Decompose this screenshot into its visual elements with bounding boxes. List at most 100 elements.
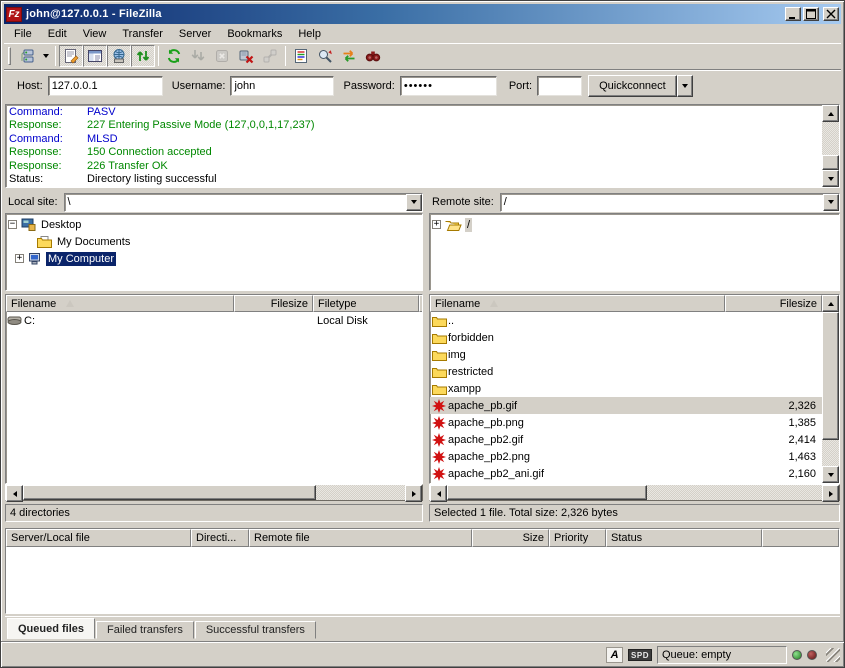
- file-row[interactable]: apache_pb.png 1,385: [430, 414, 822, 431]
- remote-site-dropdown-button[interactable]: [823, 194, 839, 211]
- scroll-up-button[interactable]: [822, 105, 839, 122]
- toolbar-grip[interactable]: [8, 47, 11, 65]
- scroll-thumb[interactable]: [447, 485, 647, 500]
- toggle-local-tree-button[interactable]: [83, 45, 107, 67]
- column-header-filesize[interactable]: Filesize: [234, 295, 313, 312]
- desktop-icon: [21, 218, 36, 231]
- menu-transfer[interactable]: Transfer: [114, 26, 171, 42]
- process-queue-button[interactable]: [186, 45, 210, 67]
- maximize-button[interactable]: [803, 7, 819, 21]
- collapse-icon[interactable]: −: [8, 220, 17, 229]
- file-row[interactable]: apache_pb2.gif 2,414: [430, 431, 822, 448]
- file-row-selected[interactable]: apache_pb.gif 2,326: [430, 397, 822, 414]
- scroll-down-button[interactable]: [822, 170, 839, 187]
- file-row-local-disk[interactable]: C: Local Disk: [6, 312, 422, 329]
- scroll-left-button[interactable]: [430, 485, 447, 502]
- scroll-up-button[interactable]: [822, 295, 839, 312]
- username-input[interactable]: john: [230, 76, 334, 96]
- menu-help[interactable]: Help: [290, 26, 329, 42]
- tree-item-my-computer[interactable]: + My Computer: [8, 250, 420, 267]
- menu-edit[interactable]: Edit: [40, 26, 75, 42]
- synchronized-browsing-button[interactable]: [337, 45, 361, 67]
- scroll-thumb[interactable]: [822, 155, 839, 170]
- host-input[interactable]: 127.0.0.1: [48, 76, 163, 96]
- menu-server[interactable]: Server: [171, 26, 219, 42]
- reconnect-button[interactable]: [258, 45, 282, 67]
- window-resize-grip[interactable]: [826, 648, 840, 662]
- remote-list-body[interactable]: .. forbidden img res: [430, 312, 822, 482]
- column-header-remote-file[interactable]: Remote file: [249, 529, 472, 547]
- disconnect-button[interactable]: [234, 45, 258, 67]
- remote-site-value[interactable]: /: [501, 194, 823, 211]
- toggle-remote-tree-button[interactable]: [107, 45, 131, 67]
- file-row[interactable]: apache_pb2_ani.gif 2,160: [430, 465, 822, 482]
- column-header-filesize[interactable]: Filesize: [725, 295, 822, 312]
- minimize-button[interactable]: [785, 7, 801, 21]
- remote-pane: Remote site: / + / Filename: [429, 192, 840, 524]
- file-row[interactable]: forbidden: [430, 329, 822, 346]
- remote-list-header: Filename Filesize: [430, 295, 822, 312]
- column-header-size[interactable]: Size: [472, 529, 549, 547]
- title-bar[interactable]: Fz john@127.0.0.1 - FileZilla: [4, 4, 841, 24]
- directory-filters-button[interactable]: [289, 45, 313, 67]
- remote-site-combobox[interactable]: /: [500, 193, 840, 212]
- column-header-direction[interactable]: Directi...: [191, 529, 249, 547]
- tree-item-root[interactable]: + /: [432, 216, 837, 233]
- scroll-down-button[interactable]: [822, 466, 839, 483]
- scroll-left-button[interactable]: [6, 485, 23, 502]
- tab-queued-files[interactable]: Queued files: [7, 618, 95, 639]
- password-input[interactable]: ••••••: [400, 76, 497, 96]
- scroll-right-button[interactable]: [822, 485, 839, 502]
- cancel-operation-button[interactable]: [210, 45, 234, 67]
- menu-bookmarks[interactable]: Bookmarks: [219, 26, 290, 42]
- port-input[interactable]: [537, 76, 582, 96]
- tab-successful-transfers[interactable]: Successful transfers: [195, 621, 316, 639]
- log-scrollbar[interactable]: [822, 105, 839, 187]
- column-header-last-modified[interactable]: L: [419, 295, 423, 312]
- column-header-filetype[interactable]: Filetype: [313, 295, 419, 312]
- local-site-dropdown-button[interactable]: [406, 194, 422, 211]
- scroll-right-button[interactable]: [405, 485, 422, 502]
- site-manager-button[interactable]: [15, 45, 39, 67]
- remote-tree[interactable]: + /: [429, 213, 840, 291]
- quickconnect-dropdown-button[interactable]: [677, 75, 693, 97]
- file-row[interactable]: apache_pb2.png 1,463: [430, 448, 822, 465]
- expand-icon[interactable]: +: [15, 254, 24, 263]
- quickconnect-button[interactable]: Quickconnect: [588, 75, 677, 97]
- remote-vertical-scrollbar[interactable]: [822, 295, 839, 483]
- column-header-filename[interactable]: Filename: [6, 295, 234, 312]
- menu-file[interactable]: File: [6, 26, 40, 42]
- local-list-body[interactable]: C: Local Disk: [6, 312, 422, 329]
- menu-view[interactable]: View: [75, 26, 115, 42]
- tree-item-my-documents[interactable]: My Documents: [8, 233, 420, 250]
- tree-item-desktop[interactable]: − Desktop: [8, 216, 420, 233]
- column-header-priority[interactable]: Priority: [549, 529, 606, 547]
- file-row[interactable]: ..: [430, 312, 822, 329]
- column-header-server-local-file[interactable]: Server/Local file: [6, 529, 191, 547]
- local-horizontal-scrollbar[interactable]: [5, 484, 423, 501]
- file-row[interactable]: restricted: [430, 363, 822, 380]
- queue-body[interactable]: [6, 547, 839, 613]
- remote-horizontal-scrollbar[interactable]: [429, 484, 840, 501]
- dropdown-caret-icon: [411, 200, 417, 204]
- directory-comparison-button[interactable]: [313, 45, 337, 67]
- local-site-value[interactable]: \: [65, 194, 406, 211]
- cancel-icon: [214, 48, 230, 64]
- message-log[interactable]: Command:PASV Response:227 Entering Passi…: [5, 104, 840, 188]
- local-tree[interactable]: − Desktop My Documents + My Computer: [5, 213, 423, 291]
- column-header-filename[interactable]: Filename: [430, 295, 725, 312]
- close-button[interactable]: [823, 7, 839, 21]
- file-row[interactable]: xampp: [430, 380, 822, 397]
- toggle-transfer-queue-button[interactable]: [131, 45, 155, 67]
- tab-failed-transfers[interactable]: Failed transfers: [96, 621, 194, 639]
- column-header-status[interactable]: Status: [606, 529, 762, 547]
- expand-icon[interactable]: +: [432, 220, 441, 229]
- local-site-combobox[interactable]: \: [64, 193, 423, 212]
- scroll-thumb[interactable]: [23, 485, 316, 500]
- find-files-button[interactable]: [361, 45, 385, 67]
- refresh-button[interactable]: [162, 45, 186, 67]
- scroll-thumb[interactable]: [822, 312, 839, 440]
- file-row[interactable]: img: [430, 346, 822, 363]
- site-manager-dropdown-button[interactable]: [39, 45, 52, 67]
- toggle-message-log-button[interactable]: [59, 45, 83, 67]
